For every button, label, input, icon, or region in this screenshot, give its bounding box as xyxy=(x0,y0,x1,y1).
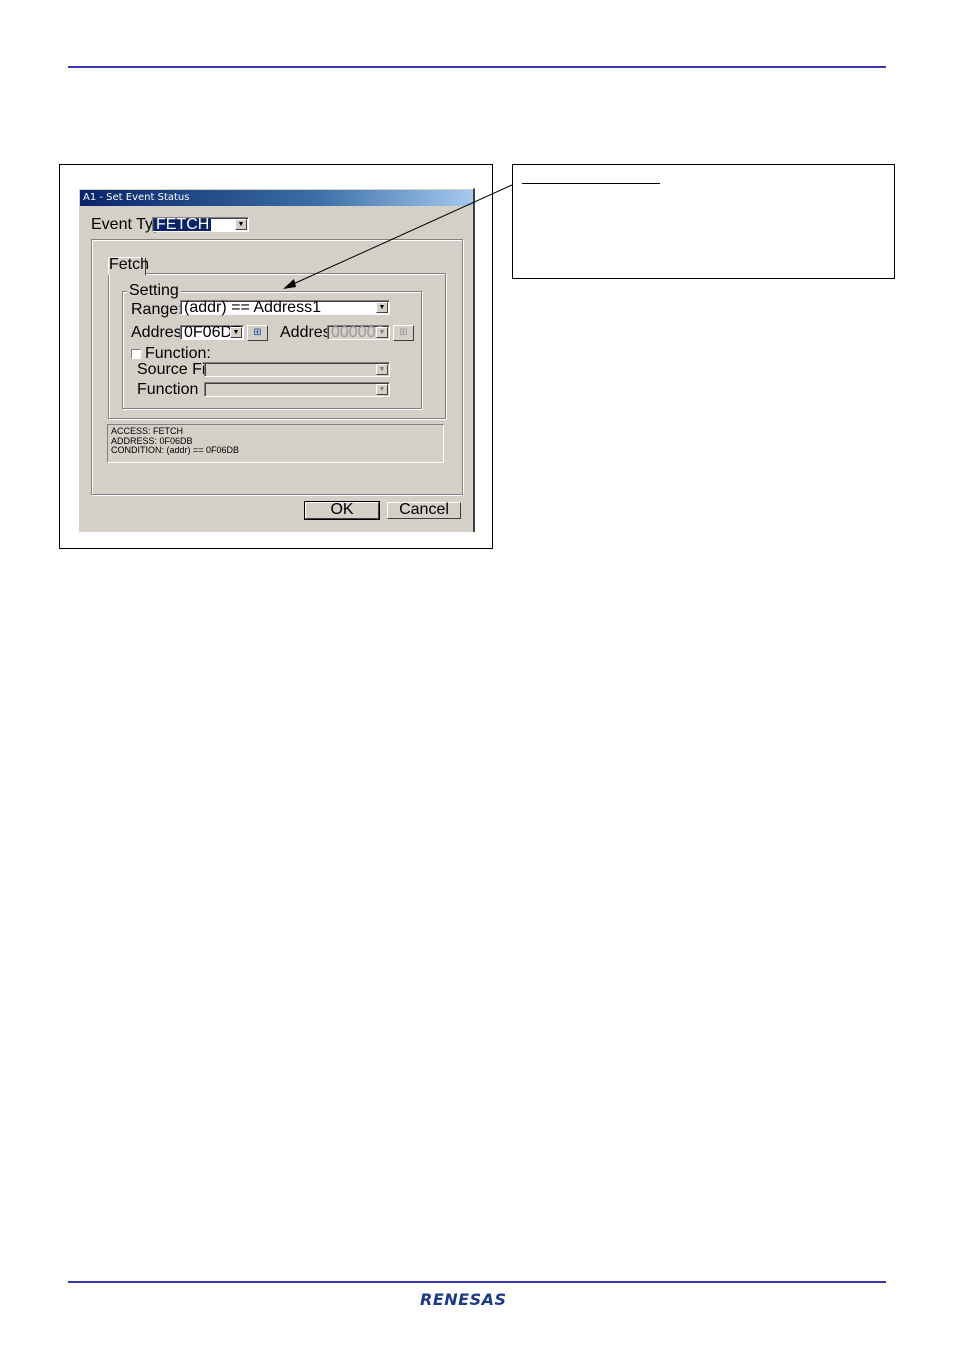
source-file-select[interactable]: ▼ xyxy=(204,362,390,377)
header-rule xyxy=(68,66,886,68)
renesas-logo: RENESAS xyxy=(420,1290,507,1309)
range-label: Range: xyxy=(131,301,183,318)
chevron-down-icon[interactable]: ▼ xyxy=(376,364,388,375)
footer-rule xyxy=(68,1281,886,1283)
annotation-underline xyxy=(522,183,660,184)
address1-browse-button[interactable]: ⊞ xyxy=(247,325,268,341)
chevron-down-icon[interactable]: ▼ xyxy=(376,384,388,395)
chevron-down-icon[interactable]: ▼ xyxy=(376,327,388,338)
address2-input[interactable]: 000000 ▼ xyxy=(327,325,390,341)
function-checkbox-label: Function: xyxy=(145,345,211,362)
range-select[interactable]: (addr) == Address1 ▼ xyxy=(180,299,390,316)
event-type-select[interactable]: FETCH ▼ xyxy=(152,216,249,233)
chevron-down-icon[interactable]: ▼ xyxy=(230,327,242,338)
ok-button[interactable]: OK xyxy=(304,501,380,520)
chevron-down-icon[interactable]: ▼ xyxy=(235,219,247,230)
address2-browse-button[interactable]: ⊞ xyxy=(393,325,414,341)
cancel-button[interactable]: Cancel xyxy=(387,502,461,519)
chevron-down-icon[interactable]: ▼ xyxy=(376,302,388,313)
annotation-box xyxy=(512,164,895,279)
address1-input[interactable]: 0F06DB ▼ xyxy=(180,325,244,341)
browse-icon: ⊞ xyxy=(253,327,262,338)
browse-icon: ⊞ xyxy=(399,327,408,338)
setting-group-title: Setting xyxy=(127,282,181,299)
function-label: Function : xyxy=(137,381,208,398)
range-value: (addr) == Address1 xyxy=(184,299,321,316)
tab-fetch[interactable]: Fetch xyxy=(108,257,149,275)
dialog-titlebar[interactable]: A1 - Set Event Status xyxy=(80,190,473,206)
event-type-value: FETCH xyxy=(154,216,212,233)
event-status-summary: ACCESS: FETCH ADDRESS: 0F06DB CONDITION:… xyxy=(107,424,444,463)
status-line: CONDITION: (addr) == 0F06DB xyxy=(111,445,240,455)
function-select[interactable]: ▼ xyxy=(204,382,390,397)
function-checkbox[interactable] xyxy=(131,349,141,359)
